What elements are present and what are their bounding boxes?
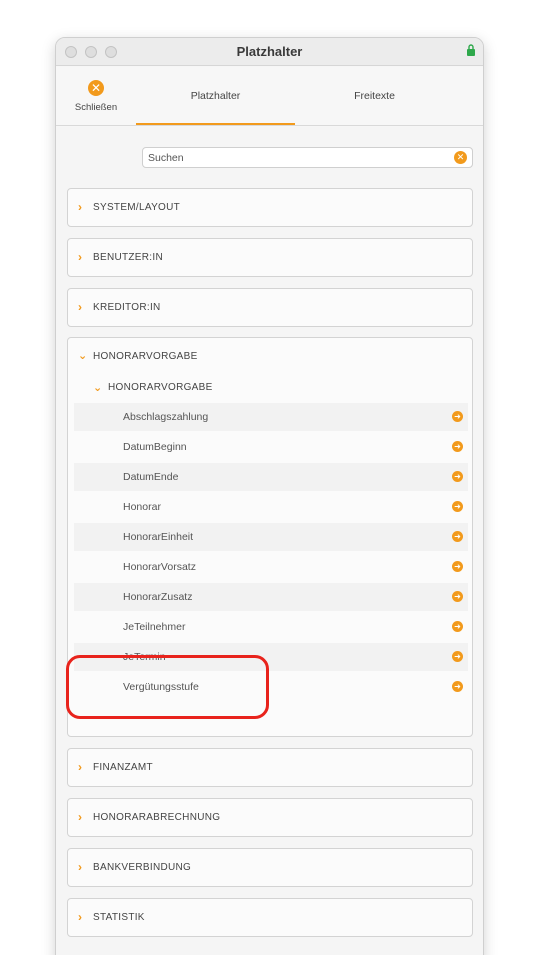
section-benutzer[interactable]: › BENUTZER:IN xyxy=(67,238,473,277)
active-tab-indicator xyxy=(136,123,295,125)
item-label: HonorarEinheit xyxy=(123,531,194,543)
list-item[interactable]: Honorar ➜ xyxy=(74,493,468,521)
chevron-right-icon: › xyxy=(78,300,82,314)
section-label: SYSTEM/LAYOUT xyxy=(93,202,181,213)
item-label: DatumEnde xyxy=(123,471,179,483)
arrow-right-circle-icon[interactable]: ➜ xyxy=(452,531,463,542)
section-label: STATISTIK xyxy=(93,912,145,923)
placeholder-window: Platzhalter ✕ Schließen Platzhalter Frei… xyxy=(55,37,484,955)
section-statistik[interactable]: › STATISTIK xyxy=(67,898,473,937)
list-item[interactable]: JeTermin ➜ xyxy=(74,643,468,671)
search-input[interactable]: Suchen ✕ xyxy=(142,147,473,168)
chevron-right-icon: › xyxy=(78,760,82,774)
arrow-right-circle-icon[interactable]: ➜ xyxy=(452,471,463,482)
tab-freitexte[interactable]: Freitexte xyxy=(295,67,454,126)
arrow-right-circle-icon[interactable]: ➜ xyxy=(452,591,463,602)
list-item[interactable]: JeTeilnehmer ➜ xyxy=(74,613,468,641)
list-item[interactable]: HonorarVorsatz ➜ xyxy=(74,553,468,581)
content-area: Suchen ✕ › SYSTEM/LAYOUT › BENUTZER:IN ›… xyxy=(56,127,483,955)
section-honorarvorgabe: ⌄ HONORARVORGABE ⌄ HONORARVORGABE Abschl… xyxy=(67,337,473,737)
lock-icon xyxy=(467,44,475,56)
section-honorarabrechnung[interactable]: › HONORARABRECHNUNG xyxy=(67,798,473,837)
close-circle-icon: ✕ xyxy=(88,80,104,96)
chevron-right-icon: › xyxy=(78,810,82,824)
item-label: Abschlagszahlung xyxy=(123,411,209,423)
tab-platzhalter[interactable]: Platzhalter xyxy=(136,67,295,126)
subsection-label: HONORARVORGABE xyxy=(108,382,213,393)
window-title: Platzhalter xyxy=(236,44,303,59)
arrow-right-circle-icon[interactable]: ➜ xyxy=(452,411,463,422)
section-label: FINANZAMT xyxy=(93,762,153,773)
item-label: JeTermin xyxy=(123,651,166,663)
chevron-right-icon: › xyxy=(78,910,82,924)
list-item[interactable]: Abschlagszahlung ➜ xyxy=(74,403,468,431)
search-clear-icon[interactable]: ✕ xyxy=(454,151,467,164)
list-item[interactable]: HonorarZusatz ➜ xyxy=(74,583,468,611)
item-label: HonorarZusatz xyxy=(123,591,193,603)
section-bankverbindung[interactable]: › BANKVERBINDUNG xyxy=(67,848,473,887)
chevron-down-icon: ⌄ xyxy=(93,382,103,394)
section-finanzamt[interactable]: › FINANZAMT xyxy=(67,748,473,787)
chevron-right-icon: › xyxy=(78,250,82,264)
section-label: KREDITOR:IN xyxy=(93,302,161,313)
list-item[interactable]: DatumBeginn ➜ xyxy=(74,433,468,461)
item-label: HonorarVorsatz xyxy=(123,561,196,573)
subsection-honorarvorgabe[interactable]: ⌄ HONORARVORGABE xyxy=(68,378,472,400)
chevron-right-icon: › xyxy=(78,860,82,874)
list-item[interactable]: Vergütungsstufe ➜ xyxy=(74,673,468,701)
chevron-down-icon: ⌄ xyxy=(78,350,88,362)
close-button[interactable]: ✕ Schließen xyxy=(66,80,126,118)
item-label: Vergütungsstufe xyxy=(123,681,199,693)
arrow-right-circle-icon[interactable]: ➜ xyxy=(452,501,463,512)
arrow-right-circle-icon[interactable]: ➜ xyxy=(452,621,463,632)
section-label: HONORARABRECHNUNG xyxy=(93,812,221,823)
section-label: BANKVERBINDUNG xyxy=(93,862,192,873)
arrow-right-circle-icon[interactable]: ➜ xyxy=(452,441,463,452)
list-item[interactable]: DatumEnde ➜ xyxy=(74,463,468,491)
close-label: Schließen xyxy=(74,102,118,113)
arrow-right-circle-icon[interactable]: ➜ xyxy=(452,561,463,572)
arrow-right-circle-icon[interactable]: ➜ xyxy=(452,651,463,662)
section-header-honorarvorgabe[interactable]: ⌄ HONORARVORGABE xyxy=(68,338,472,376)
search-text: Suchen xyxy=(148,152,184,164)
section-label: HONORARVORGABE xyxy=(93,351,198,362)
item-label: Honorar xyxy=(123,501,161,513)
arrow-right-circle-icon[interactable]: ➜ xyxy=(452,681,463,692)
chevron-right-icon: › xyxy=(78,200,82,214)
section-kreditor[interactable]: › KREDITOR:IN xyxy=(67,288,473,327)
toolbar: ✕ Schließen Platzhalter Freitexte xyxy=(56,67,483,126)
section-system-layout[interactable]: › SYSTEM/LAYOUT xyxy=(67,188,473,227)
title-bar: Platzhalter xyxy=(56,38,483,66)
section-label: BENUTZER:IN xyxy=(93,252,163,263)
item-label: DatumBeginn xyxy=(123,441,187,453)
item-label: JeTeilnehmer xyxy=(123,621,186,633)
list-item[interactable]: HonorarEinheit ➜ xyxy=(74,523,468,551)
